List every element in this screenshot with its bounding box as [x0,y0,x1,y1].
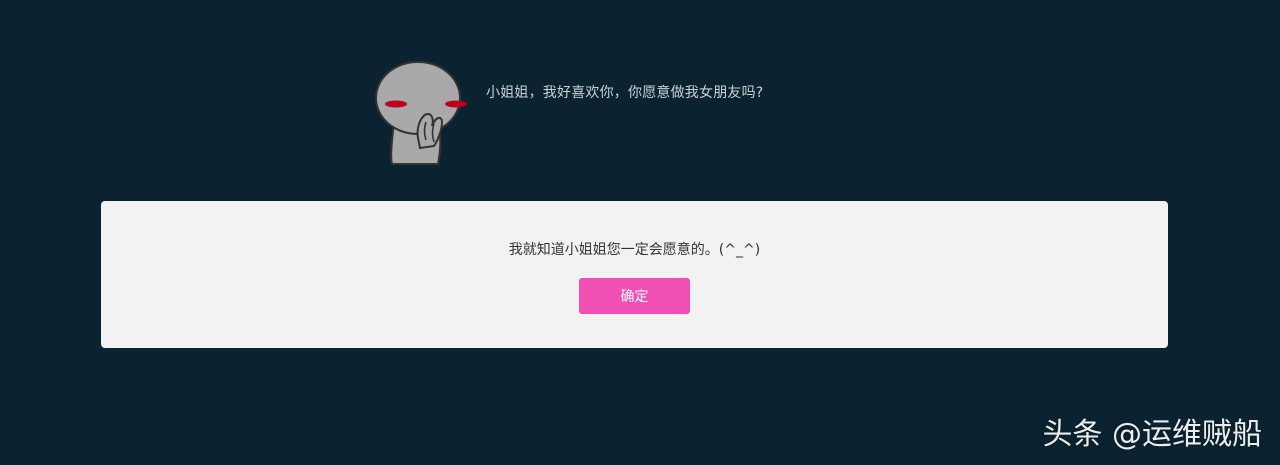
confirm-button[interactable]: 确定 [579,278,690,314]
page: 小姐姐，我好喜欢你，你愿意做我女朋友吗? 我就知道小姐姐您一定会愿意的。(^_^… [0,0,1280,465]
dialog-message: 我就知道小姐姐您一定会愿意的。(^_^) [508,242,761,258]
confirm-dialog: 我就知道小姐姐您一定会愿意的。(^_^) 确定 [101,201,1168,348]
watermark: 头条 @运维贼船 [1042,417,1262,452]
shy-stickman-icon [372,60,472,168]
question-text: 小姐姐，我好喜欢你，你愿意做我女朋友吗? [486,85,764,101]
